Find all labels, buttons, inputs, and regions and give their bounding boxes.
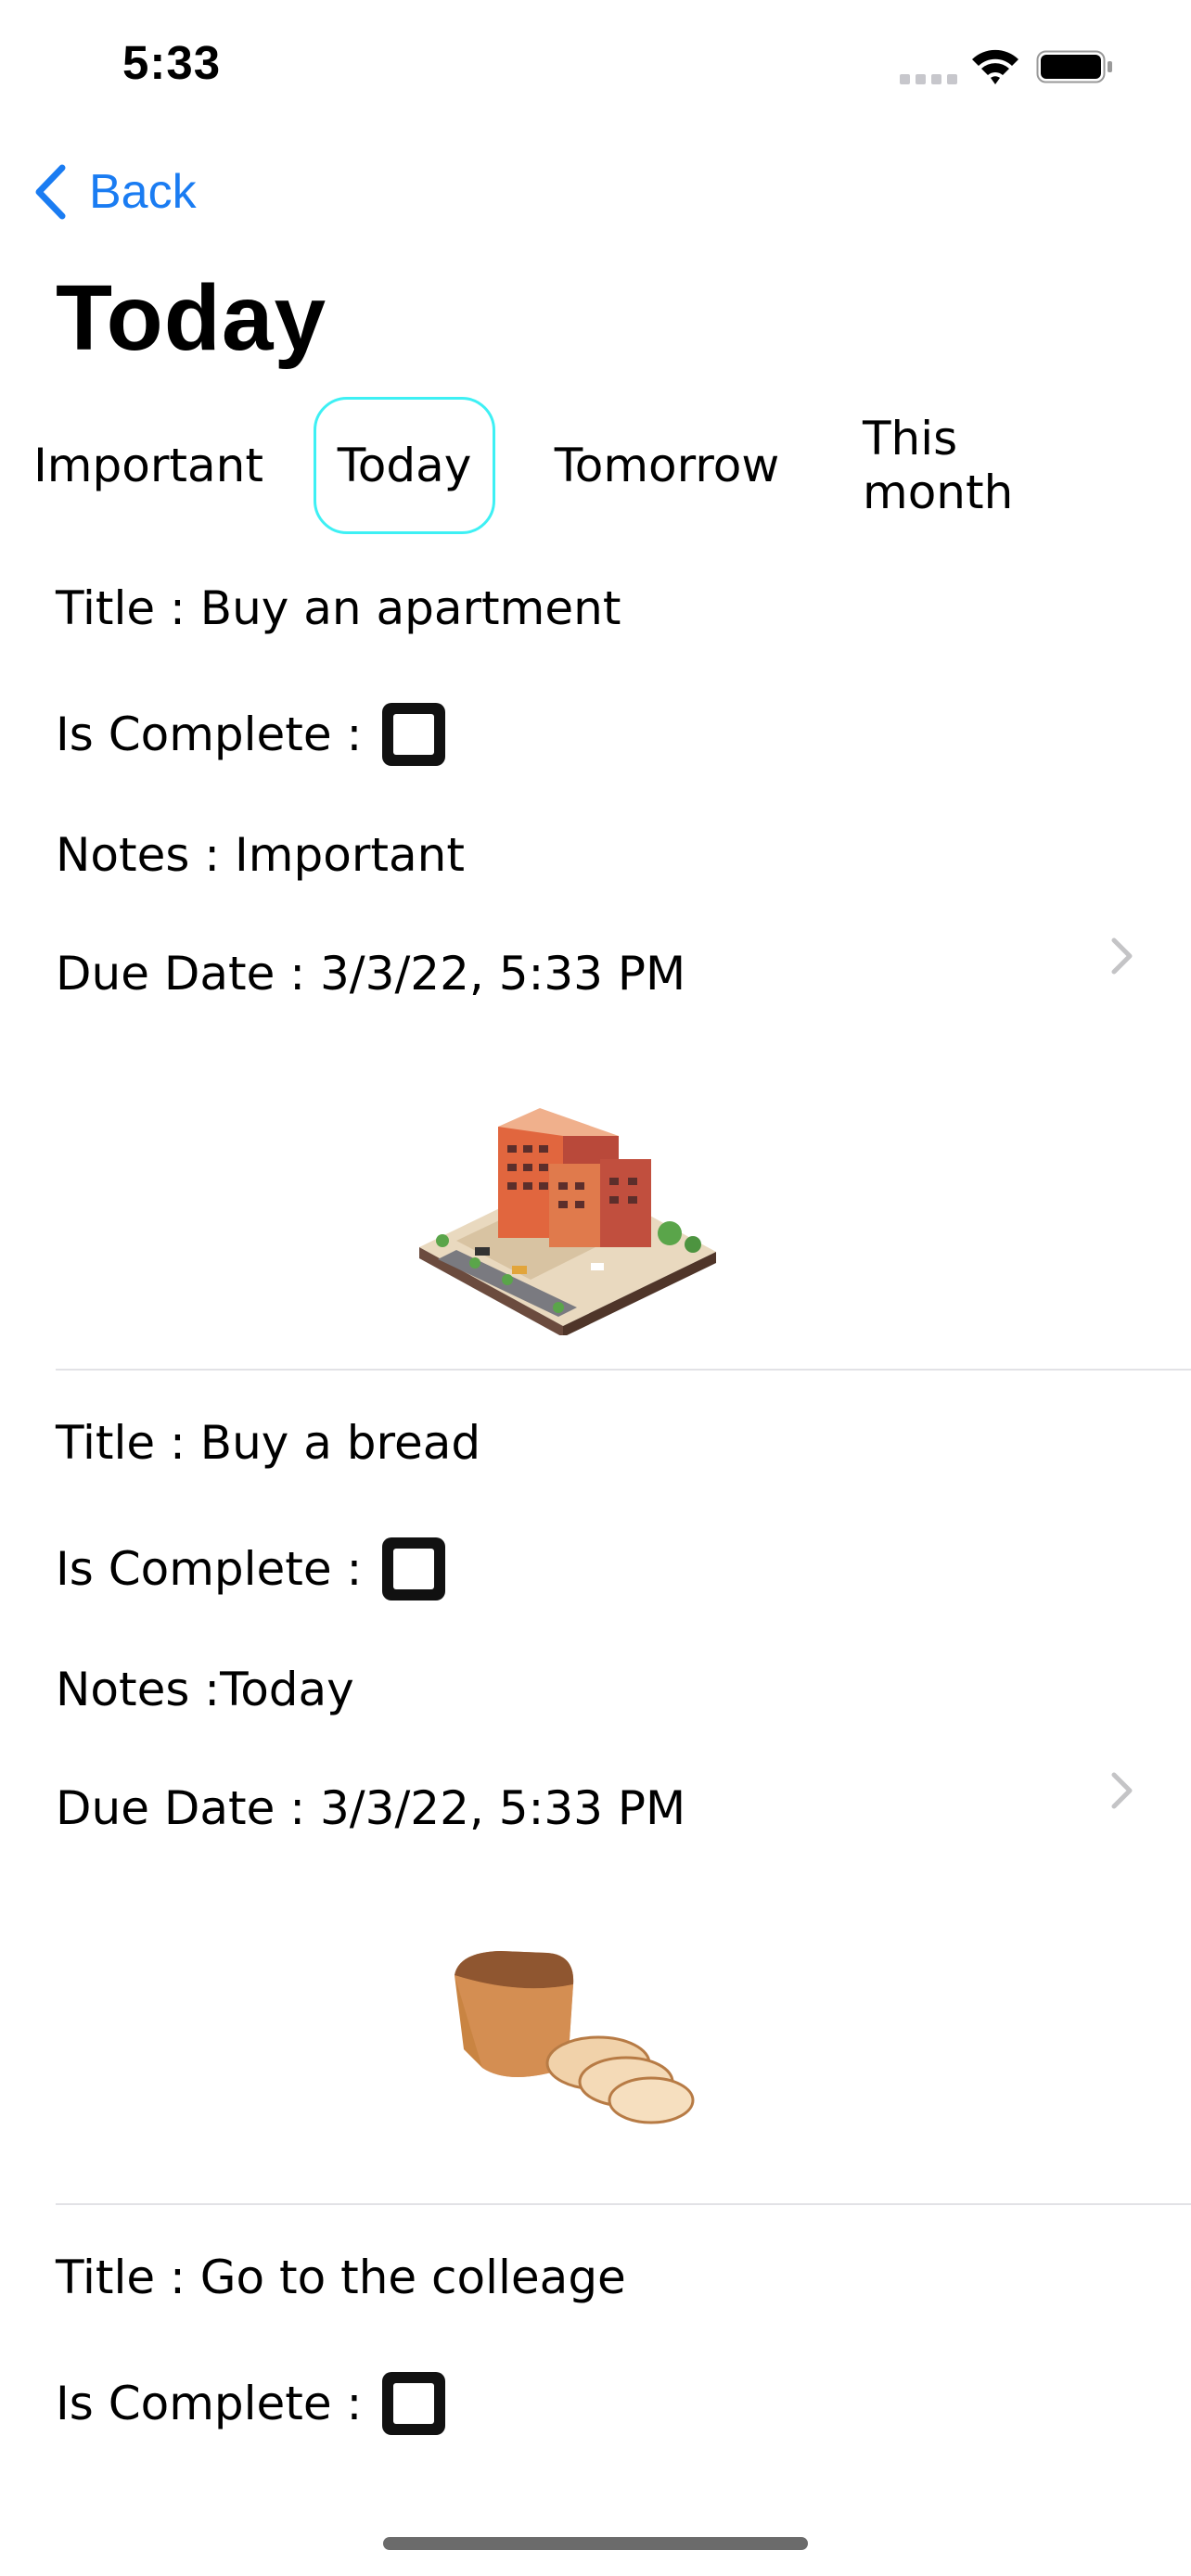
wifi-icon [972,49,1018,84]
apartment-building-image [419,1108,716,1335]
task-due-date: Due Date : 3/3/22, 5:33 PM [56,1781,686,1835]
page-title: Today [56,266,327,370]
task-row[interactable]: Title : Buy an apartment Is Complete : N… [0,556,1191,1371]
task-notes: Notes : Important [56,828,465,882]
task-complete-field: Is Complete : [56,2371,446,2435]
status-time: 5:33 [122,36,222,89]
home-indicator[interactable] [383,2537,808,2550]
task-notes: Notes :Today [56,1663,354,1716]
task-title: Title : Buy an apartment [56,581,621,635]
status-bar: 5:33 [0,0,1191,139]
task-complete-label: Is Complete : [56,2377,363,2430]
chevron-right-icon[interactable] [1108,1769,1136,1812]
filter-tabs: Important Today Tomorrow This month [0,397,1191,536]
task-complete-label: Is Complete : [56,708,363,761]
task-complete-field: Is Complete : [56,1537,446,1600]
row-separator [56,2203,1191,2205]
chevron-left-icon [35,164,66,220]
task-due-date: Due Date : 3/3/22, 5:33 PM [56,947,686,1001]
chevron-right-icon[interactable] [1108,935,1136,977]
back-button[interactable]: Back [32,159,197,224]
row-separator [56,1369,1191,1371]
complete-checkbox[interactable] [382,702,446,766]
tab-tomorrow[interactable]: Tomorrow [547,397,787,534]
task-title: Title : Go to the colleage [56,2251,626,2304]
tab-today[interactable]: Today [314,397,495,534]
task-row[interactable]: Title : Go to the colleage Is Complete : [0,2225,1191,2576]
complete-checkbox[interactable] [382,1537,446,1600]
back-label: Back [89,165,197,219]
tab-important[interactable]: Important [33,397,263,534]
battery-icon [1036,50,1112,83]
task-title: Title : Buy a bread [56,1416,481,1470]
complete-checkbox[interactable] [382,2371,446,2435]
tab-this-month[interactable]: This month [863,397,1111,534]
task-row[interactable]: Title : Buy a bread Is Complete : Notes … [0,1391,1191,2203]
task-complete-label: Is Complete : [56,1542,363,1596]
task-complete-field: Is Complete : [56,702,446,766]
cellular-signal-icon [900,74,959,85]
bread-loaf-image [455,1951,695,2124]
